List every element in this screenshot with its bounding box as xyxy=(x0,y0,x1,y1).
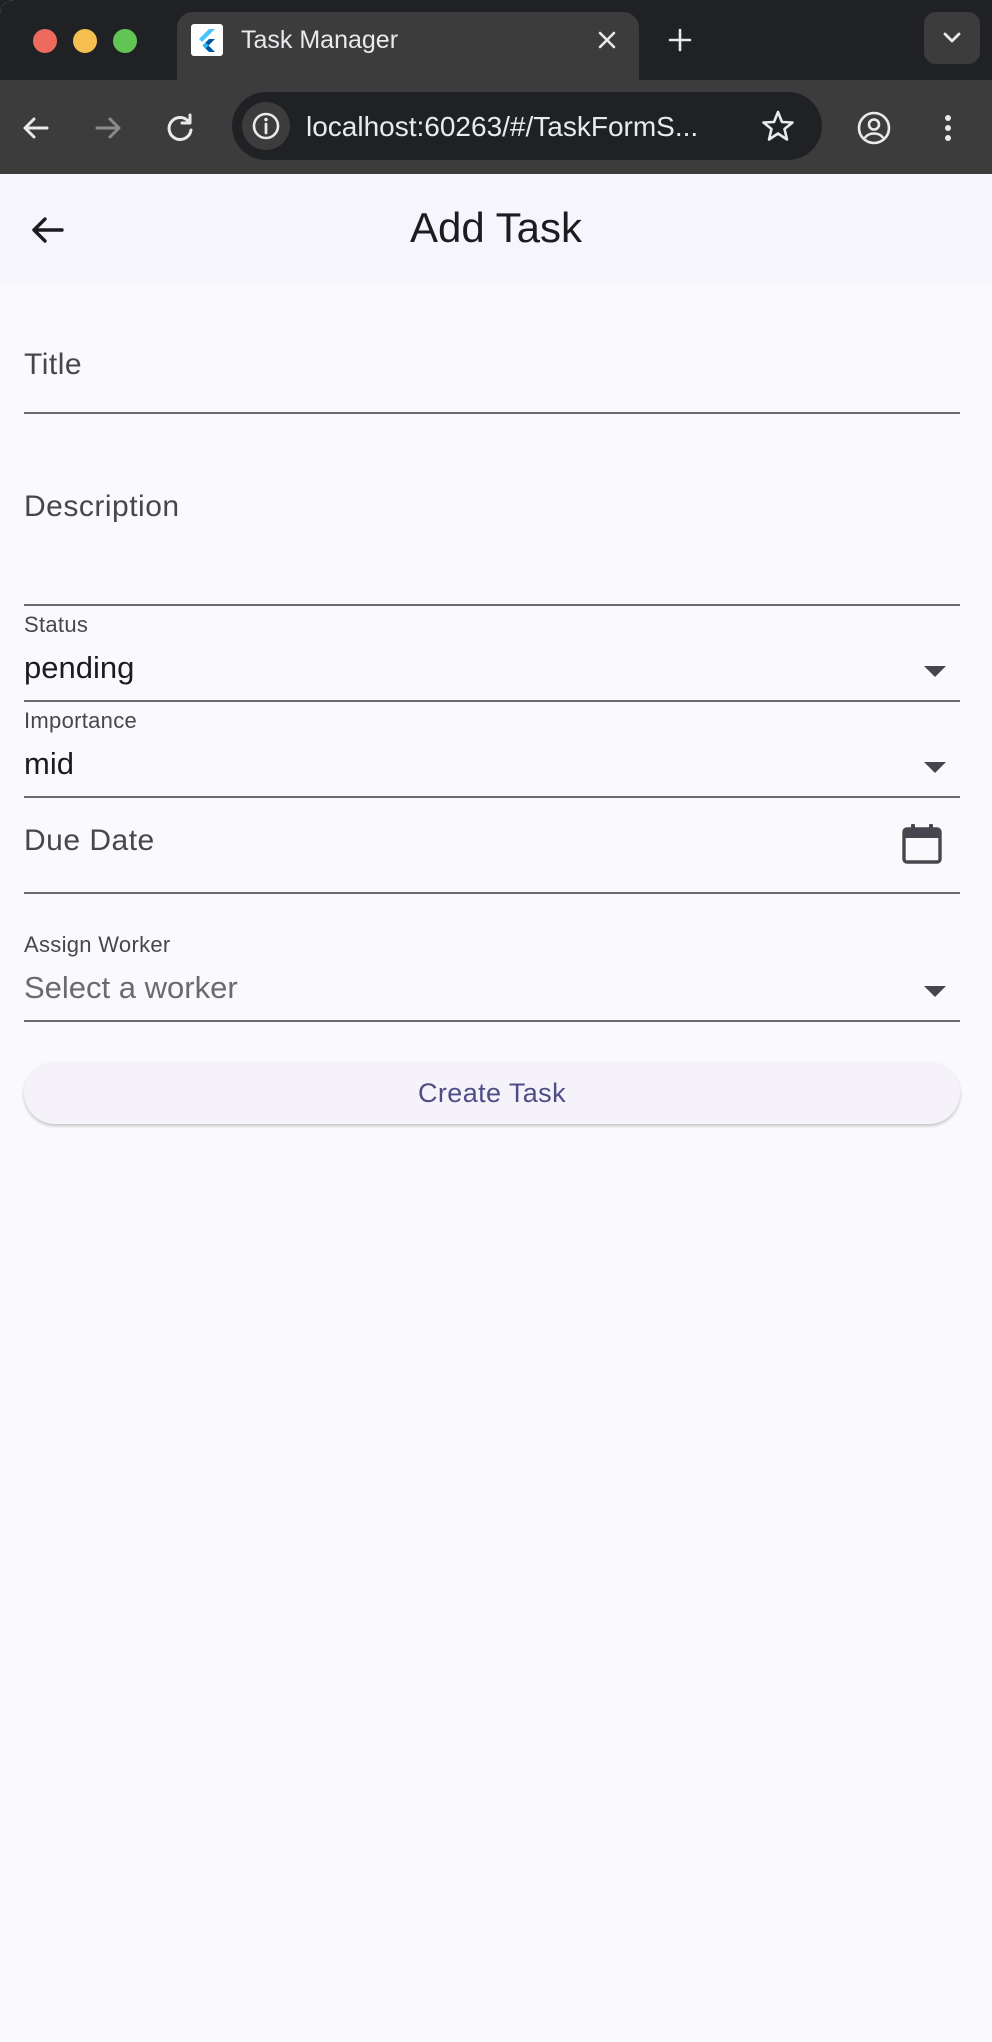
title-field-label: Title xyxy=(24,348,83,381)
chevron-down-icon[interactable] xyxy=(924,12,980,64)
create-task-button[interactable]: Create Task xyxy=(24,1062,960,1124)
status-dropdown-value: pending xyxy=(24,650,135,685)
importance-dropdown[interactable]: Importance mid xyxy=(24,702,960,798)
window-close-button[interactable] xyxy=(33,29,57,53)
arrow-right-icon[interactable] xyxy=(90,110,126,146)
assign-worker-underline xyxy=(24,1020,960,1022)
status-dropdown-label: Status xyxy=(24,612,89,637)
arrow-left-icon[interactable] xyxy=(18,110,54,146)
importance-dropdown-value: mid xyxy=(24,746,74,781)
due-date-field-underline xyxy=(24,892,960,894)
account-icon[interactable] xyxy=(856,110,892,146)
window-maximize-button[interactable] xyxy=(113,29,137,53)
url-text[interactable]: localhost:60263/#/TaskFormS... xyxy=(306,111,698,143)
star-icon[interactable] xyxy=(760,108,796,144)
importance-dropdown-label: Importance xyxy=(24,708,138,733)
assign-worker-placeholder: Select a worker xyxy=(24,970,238,1005)
browser-window: Task Manager localhost:60263/#/TaskFormS… xyxy=(0,0,992,2042)
status-dropdown[interactable]: Status pending xyxy=(24,606,960,702)
assign-worker-label: Assign Worker xyxy=(24,932,171,957)
dropdown-arrow-icon xyxy=(924,762,946,773)
close-icon[interactable] xyxy=(593,26,621,54)
assign-worker-dropdown[interactable]: Assign Worker Select a worker xyxy=(24,920,960,1022)
description-field-label: Description xyxy=(24,490,180,523)
title-field[interactable]: Title xyxy=(24,330,960,414)
app-bar: Add Task xyxy=(0,174,992,284)
tab-title: Task Manager xyxy=(241,26,399,54)
description-field[interactable]: Description xyxy=(24,470,960,606)
window-minimize-button[interactable] xyxy=(73,29,97,53)
due-date-field[interactable]: Due Date xyxy=(24,798,960,894)
due-date-field-label: Due Date xyxy=(24,824,155,857)
reload-icon[interactable] xyxy=(162,110,198,146)
address-bar[interactable]: localhost:60263/#/TaskFormS... xyxy=(232,92,822,160)
page-title: Add Task xyxy=(410,204,582,251)
more-vert-icon[interactable] xyxy=(930,110,966,146)
title-field-underline xyxy=(24,412,960,414)
dropdown-arrow-icon xyxy=(924,986,946,997)
info-icon[interactable] xyxy=(242,102,290,150)
browser-tab[interactable]: Task Manager xyxy=(177,12,639,80)
plus-icon[interactable] xyxy=(664,24,696,56)
flutter-favicon-icon xyxy=(191,24,223,56)
browser-toolbar: localhost:60263/#/TaskFormS... xyxy=(0,80,992,174)
calendar-icon[interactable] xyxy=(900,822,944,866)
tab-strip: Task Manager xyxy=(0,0,992,80)
dropdown-arrow-icon xyxy=(924,666,946,677)
